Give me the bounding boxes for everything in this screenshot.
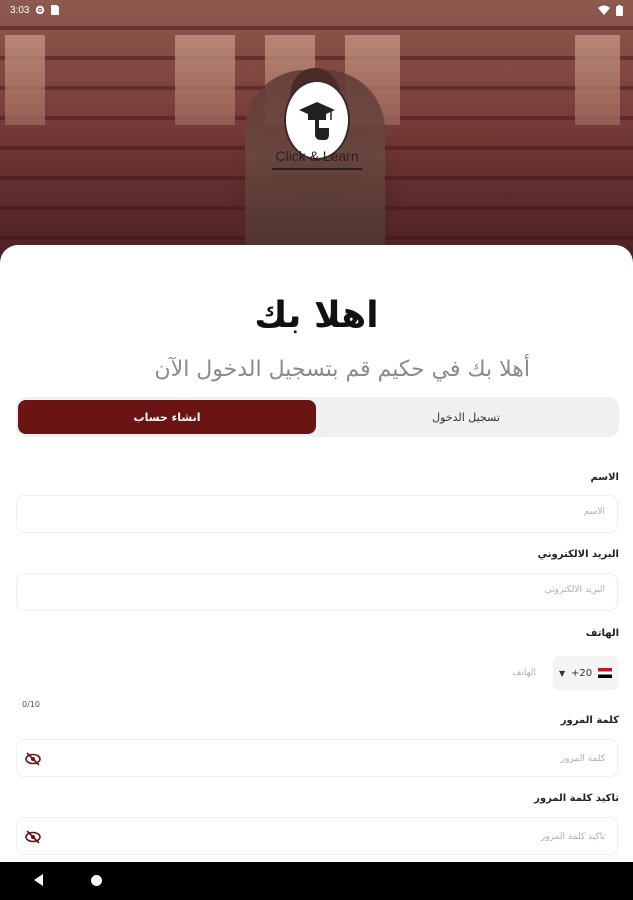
name-field[interactable]: الاسم [16, 495, 618, 533]
country-code: +20 [571, 667, 593, 679]
eye-off-icon[interactable] [25, 830, 41, 844]
phone-counter: 0/10 [22, 700, 40, 709]
auth-tabs: تسجيل الدخول انشاء حساب [16, 397, 619, 437]
status-bar: 3:03 [0, 0, 633, 20]
egypt-flag-icon [597, 668, 612, 678]
name-label: الاسم [590, 472, 619, 483]
name-placeholder: الاسم [583, 507, 605, 517]
tab-register[interactable]: انشاء حساب [18, 400, 316, 434]
app-logo: Click & Learn [268, 80, 366, 175]
email-placeholder: البريد الالكتروني [544, 585, 605, 595]
home-icon[interactable] [91, 875, 102, 886]
settings-icon [36, 5, 45, 15]
background-window [175, 35, 235, 125]
logo-underline [272, 168, 362, 170]
country-code-select[interactable]: ▼ +20 [553, 656, 618, 690]
password-label: كلمة المرور [560, 715, 619, 726]
password-field[interactable]: كلمة المرور [16, 739, 618, 777]
eye-off-icon[interactable] [25, 752, 41, 766]
welcome-subtitle: أهلا بك في حكيم قم بتسجيل الدخول الآن [154, 357, 530, 382]
phone-label: الهاتف [585, 628, 619, 639]
email-field[interactable]: البريد الالكتروني [16, 573, 618, 611]
sim-icon [51, 5, 60, 15]
graduation-cap-icon [299, 102, 335, 140]
logo-text: Click & Learn [275, 148, 359, 164]
welcome-title: اهلا بك [254, 295, 379, 336]
email-label: البريد الالكتروني [537, 549, 619, 560]
background-window [5, 35, 45, 125]
back-icon[interactable] [34, 874, 43, 886]
system-nav-bar [0, 862, 633, 900]
wifi-icon [598, 5, 610, 15]
chevron-down-icon: ▼ [559, 668, 566, 678]
password-placeholder: كلمة المرور [560, 754, 605, 764]
confirm-password-field[interactable]: تاكيد كلمة المرور [16, 817, 618, 855]
confirm-password-placeholder: تاكيد كلمة المرور [540, 832, 605, 842]
background-window [575, 35, 620, 125]
phone-field[interactable]: الهاتف [16, 654, 546, 692]
phone-placeholder: الهاتف [512, 668, 536, 678]
hand-cursor-icon [315, 120, 329, 140]
status-time: 3:03 [10, 4, 30, 16]
tab-login[interactable]: تسجيل الدخول [316, 400, 616, 434]
battery-icon [616, 4, 623, 16]
confirm-password-label: تاكيد كلمة المرور [534, 793, 619, 804]
